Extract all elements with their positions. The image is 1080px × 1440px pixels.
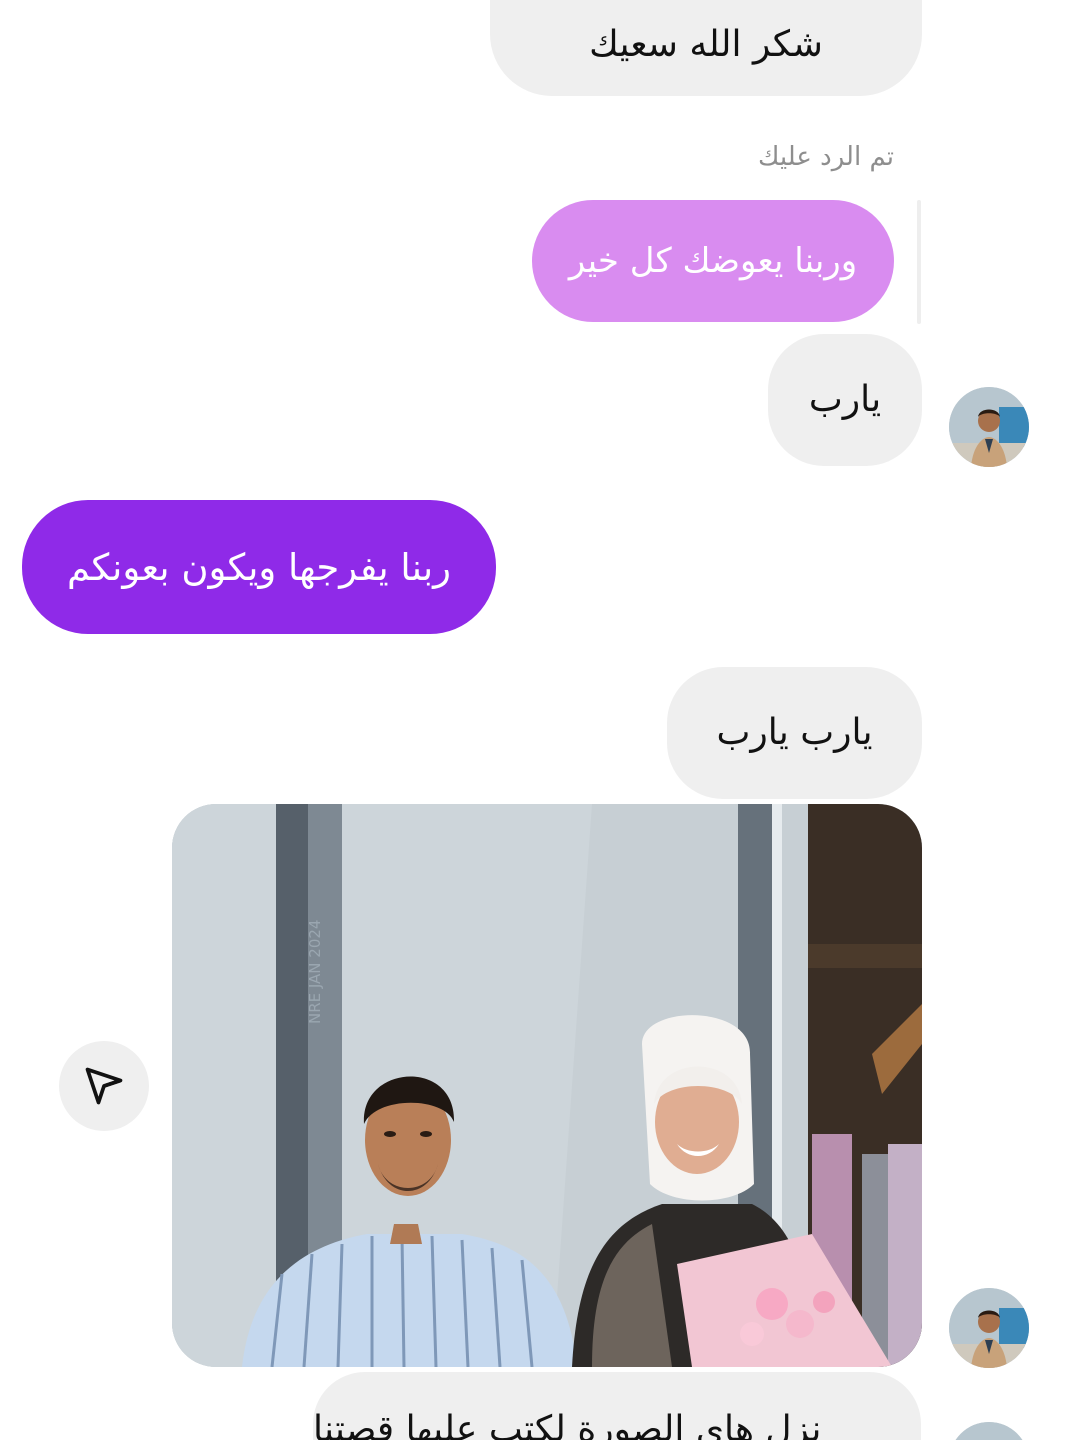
message-text: يارب يارب — [716, 712, 873, 753]
incoming-message[interactable]: نزل هاي الصورة لكتب عليها قصتنا — [313, 1372, 921, 1440]
incoming-message[interactable]: يارب — [768, 334, 922, 466]
paper-plane-icon — [85, 1067, 123, 1105]
tarp-print-text: NRE JAN 2024 — [306, 920, 324, 1024]
sender-avatar[interactable] — [949, 387, 1029, 467]
incoming-message[interactable]: شكر الله سعيك — [490, 0, 922, 96]
outgoing-message[interactable]: ربنا يفرجها ويكون بعونكم — [22, 500, 496, 634]
message-text: شكر الله سعيك — [589, 24, 823, 65]
message-text: وربنا يعوضك كل خير — [568, 241, 858, 281]
message-text: نزل هاي الصورة لكتب عليها قصتنا — [313, 1409, 822, 1440]
user-avatar-icon — [949, 1422, 1029, 1440]
user-avatar-icon — [949, 1288, 1029, 1368]
share-button[interactable] — [59, 1041, 149, 1131]
replied-to-you-caption: تم الرد عليك — [757, 142, 894, 172]
couple-photo: NRE JAN 2024 — [172, 804, 922, 1367]
sender-avatar[interactable] — [949, 1422, 1029, 1440]
message-text: يارب — [808, 379, 882, 420]
photo-message[interactable]: NRE JAN 2024 — [172, 804, 922, 1367]
reply-indicator-bar — [917, 200, 921, 324]
sender-avatar[interactable] — [949, 1288, 1029, 1368]
chat-screen: شكر الله سعيك تم الرد عليك وربنا يعوضك ك… — [0, 0, 1080, 1440]
incoming-message[interactable]: يارب يارب — [667, 667, 922, 799]
user-avatar-icon — [949, 387, 1029, 467]
message-text: ربنا يفرجها ويكون بعونكم — [66, 545, 452, 589]
quoted-outgoing-message[interactable]: وربنا يعوضك كل خير — [532, 200, 894, 322]
